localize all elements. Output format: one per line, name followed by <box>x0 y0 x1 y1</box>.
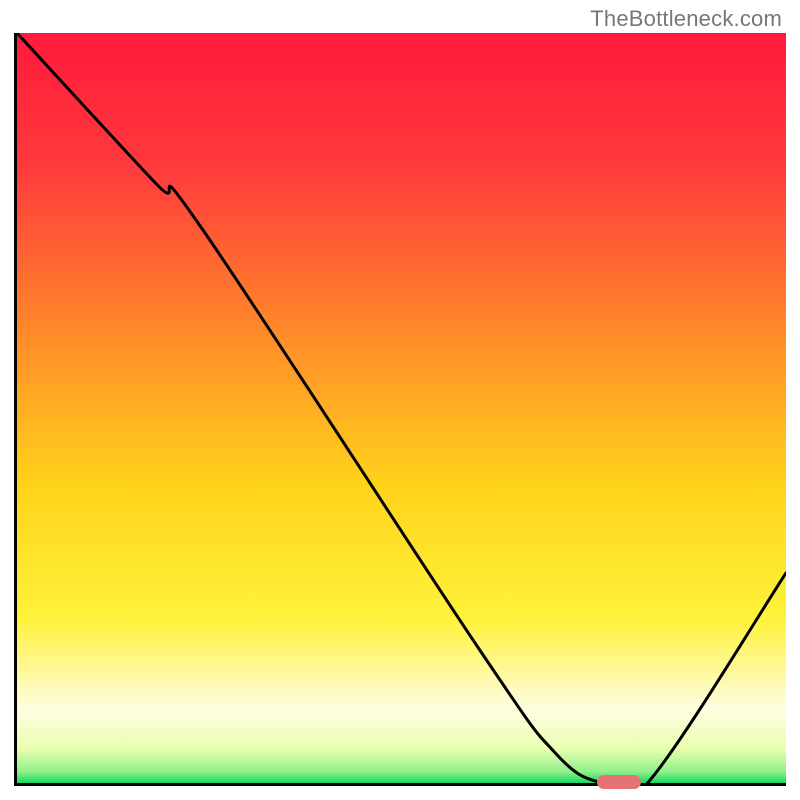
watermark-text: TheBottleneck.com <box>590 6 782 32</box>
chart-line-series <box>17 33 786 783</box>
chart-plot-area <box>14 33 786 786</box>
chart-marker-pill <box>597 775 641 789</box>
